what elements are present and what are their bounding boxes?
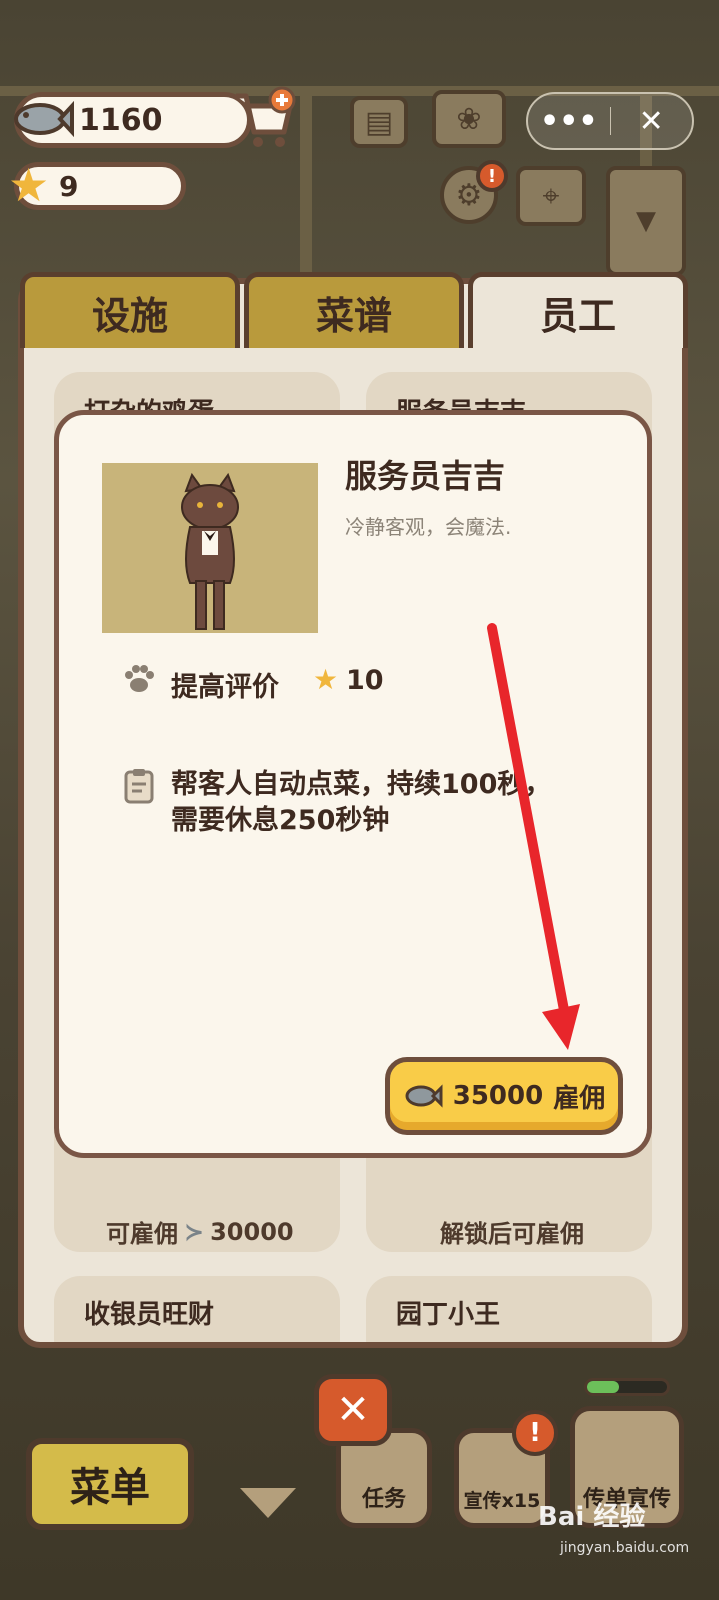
fish-icon — [10, 94, 74, 148]
tab-label: 员工 — [539, 294, 616, 338]
star-icon: ★ — [313, 663, 339, 696]
tab-staff[interactable]: 员工 — [468, 272, 688, 348]
star-icon: ★ — [8, 158, 50, 212]
newspaper-icon[interactable]: ▤ — [350, 96, 408, 148]
card-title: 收银员旺财 — [84, 1300, 215, 1330]
menu-button[interactable]: 菜单 — [26, 1438, 194, 1530]
tab-recipes[interactable]: 菜谱 — [244, 272, 464, 348]
card-hire-prefix: 可雇佣 — [106, 1220, 178, 1248]
staff-portrait — [102, 463, 318, 633]
hire-price: 35000 — [452, 1081, 544, 1111]
fish-icon — [405, 1084, 443, 1108]
tab-facilities[interactable]: 设施 — [20, 272, 240, 348]
shop-cart-icon[interactable] — [232, 86, 298, 154]
stat-label: 提高评价 — [171, 672, 279, 703]
ranking-icon[interactable]: ▼ — [606, 166, 686, 276]
close-modal-button[interactable]: ✕ — [314, 1374, 392, 1446]
stat-value: 10 — [346, 665, 384, 696]
star-count: 9 — [59, 169, 79, 203]
staff-description: 冷静客观，会魔法. — [345, 515, 512, 539]
watermark-url: jingyan.baidu.com — [560, 1540, 690, 1556]
tab-label: 菜谱 — [315, 294, 392, 338]
collapse-icon: ▼ — [636, 206, 656, 236]
promo-alert-icon: ! — [512, 1410, 558, 1456]
expand-arrow-icon[interactable] — [240, 1488, 296, 1518]
hire-button[interactable]: 35000 雇佣 — [385, 1057, 623, 1135]
paw-icon — [121, 661, 157, 705]
watermark-brand: Bai 经验 — [538, 1502, 646, 1532]
menu-label: 菜单 — [70, 1465, 150, 1511]
mini-program-capsule: ••• ✕ — [526, 92, 694, 150]
card-hire-status: 可雇佣 ≻ 30000 — [106, 1214, 294, 1249]
close-miniprogram-icon[interactable]: ✕ — [611, 104, 693, 139]
card-locked-status: 解锁后可雇佣 — [440, 1220, 584, 1248]
wall-post — [300, 96, 312, 286]
more-menu-icon[interactable]: ••• — [528, 104, 610, 139]
flyer-progress-fill — [587, 1381, 619, 1393]
map-icon[interactable]: ⌖ — [516, 166, 586, 226]
flyer-progress-bar — [584, 1378, 670, 1396]
clipboard-icon — [123, 767, 155, 813]
settings-alert-icon: ! — [476, 160, 508, 192]
card-hire-price: 30000 — [210, 1217, 294, 1246]
hire-label: 雇佣 — [553, 1083, 606, 1114]
tab-label: 设施 — [91, 294, 168, 338]
fish-count: 1160 — [79, 102, 163, 138]
close-icon: ✕ — [336, 1387, 370, 1433]
fish-icon: ≻ — [184, 1217, 205, 1246]
promo-label: 宣传x15 — [463, 1490, 541, 1512]
annotation-arrow — [487, 623, 580, 1050]
task-label: 任务 — [361, 1487, 406, 1512]
staff-name: 服务员吉吉 — [345, 457, 506, 495]
card-title: 园丁小王 — [396, 1300, 501, 1330]
paw-book-icon[interactable]: ❀ — [432, 90, 506, 148]
